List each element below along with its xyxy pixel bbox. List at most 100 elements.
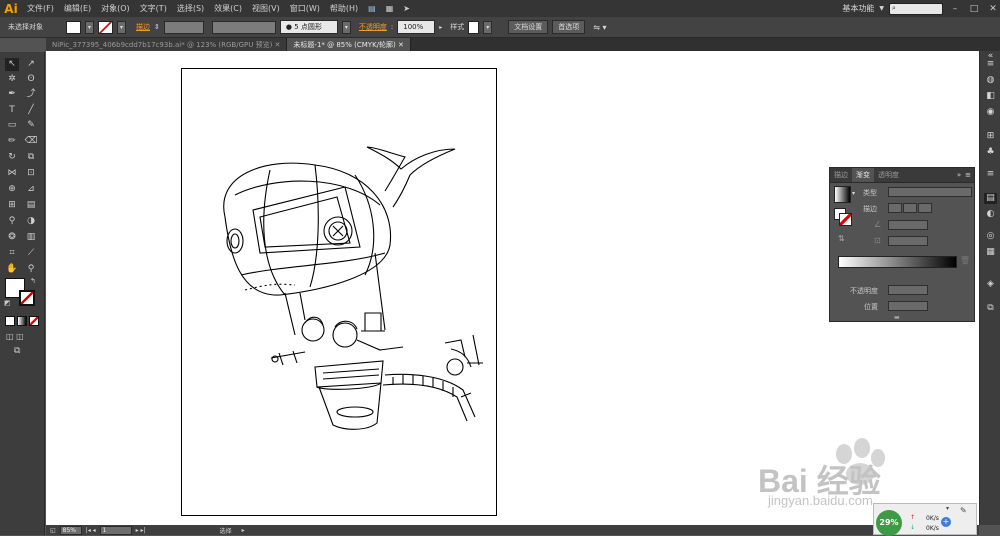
gradient-slider[interactable]: [838, 256, 957, 268]
delete-stop-icon[interactable]: 🗑: [960, 256, 970, 265]
doc-tab-nipic[interactable]: NiPic_377395_406b9cdd7b17c93b.ai* @ 123%…: [46, 38, 288, 51]
opacity-field[interactable]: 100%: [397, 20, 436, 34]
perspective-grid-tool-icon[interactable]: ⊿: [24, 183, 38, 196]
blend-tool-icon[interactable]: ◑: [24, 215, 38, 228]
arrange-options-icon[interactable]: ⇋ ▾: [593, 23, 606, 32]
aspect-ratio-field[interactable]: [888, 236, 928, 246]
column-graph-tool-icon[interactable]: ▥: [24, 231, 38, 244]
zoom-tool-icon[interactable]: ⚲: [24, 263, 38, 276]
symbol-sprayer-tool-icon[interactable]: ❂: [5, 231, 19, 244]
curvature-tool-icon[interactable]: ⤴: [24, 88, 38, 101]
position-field[interactable]: [888, 301, 928, 311]
mesh-tool-icon[interactable]: ⊞: [5, 199, 19, 212]
stroke-weight-stepper[interactable]: ⇕: [154, 23, 160, 31]
next-artboard-icon[interactable]: ▸ ▸|: [136, 527, 146, 534]
stroke-weight-field[interactable]: [163, 20, 204, 34]
angle-field[interactable]: [888, 220, 928, 230]
stroke-panel-icon[interactable]: ≡: [984, 169, 997, 180]
gradient-mode-button[interactable]: [17, 316, 27, 326]
stroke-gradient-option-3[interactable]: [918, 203, 932, 213]
gradient-panel-icon[interactable]: ▤: [984, 193, 997, 204]
preferences-button[interactable]: 首选项: [552, 20, 586, 34]
style-dropdown[interactable]: ▾: [483, 20, 493, 34]
gradient-preview-swatch[interactable]: [834, 186, 851, 203]
brush-dropdown[interactable]: ● 5 点圆形: [279, 20, 338, 34]
artboard-number-field[interactable]: 1: [99, 525, 132, 535]
swap-colors-icon[interactable]: ↰: [30, 277, 36, 285]
add-icon[interactable]: +: [941, 517, 951, 527]
doc-setup-button[interactable]: 文档设置: [508, 20, 549, 34]
panel-collapse-icon[interactable]: »: [957, 171, 965, 179]
hand-tool-icon[interactable]: ✋: [5, 263, 19, 276]
type-tool-icon[interactable]: T: [5, 104, 19, 117]
panel-menu-icon[interactable]: ≡: [984, 59, 997, 70]
minimize-icon[interactable]: –: [948, 4, 962, 14]
direct-selection-tool-icon[interactable]: ↗: [24, 58, 38, 71]
color-mode-button[interactable]: [5, 316, 15, 326]
style-swatch[interactable]: [468, 20, 480, 34]
opacity-field[interactable]: [888, 285, 928, 295]
stroke-gradient-option-1[interactable]: [888, 203, 902, 213]
magic-wand-tool-icon[interactable]: ✲: [5, 73, 19, 86]
color-guide-icon[interactable]: ◧: [984, 91, 997, 102]
first-artboard-icon[interactable]: |◂ ◂: [86, 527, 96, 534]
opacity-label[interactable]: 不透明度: [359, 22, 387, 32]
pencil-tool-icon[interactable]: ✏: [5, 135, 19, 148]
menu-effect[interactable]: 效果(C): [209, 3, 247, 14]
paintbrush-tool-icon[interactable]: ✎: [24, 119, 38, 132]
fill-dropdown[interactable]: ▾: [85, 20, 94, 34]
menu-window[interactable]: 窗口(W): [285, 3, 325, 14]
selection-tool-icon[interactable]: ↖: [5, 58, 19, 71]
eyedropper-tool-icon[interactable]: ⚲: [5, 215, 19, 228]
menu-view[interactable]: 视图(V): [247, 3, 285, 14]
gradient-type-dropdown[interactable]: [888, 187, 972, 197]
menu-type[interactable]: 文字(T): [135, 3, 172, 14]
tab-close-icon[interactable]: ✕: [275, 41, 281, 49]
variable-width-field[interactable]: [211, 20, 276, 34]
graphic-styles-icon[interactable]: ▦: [984, 247, 997, 258]
scale-tool-icon[interactable]: ⧉: [24, 151, 38, 164]
symbols-panel-icon[interactable]: ♣: [984, 147, 997, 158]
stroke-color-box[interactable]: [19, 290, 35, 306]
tab-stroke[interactable]: 描边: [830, 168, 852, 182]
arrange-icon[interactable]: ▦: [381, 4, 399, 13]
settings-icon[interactable]: ✎: [960, 506, 967, 515]
panel-resize-icon[interactable]: ▬: [894, 314, 900, 321]
search-input[interactable]: ⌕: [889, 2, 943, 15]
stroke-label[interactable]: 描边: [136, 22, 150, 32]
none-mode-button[interactable]: [29, 316, 39, 326]
brushes-panel-icon[interactable]: ⊞: [984, 131, 997, 142]
menu-help[interactable]: 帮助(H): [325, 3, 363, 14]
color-panel-icon[interactable]: ◍: [984, 75, 997, 86]
tab-transparency[interactable]: 透明度: [874, 168, 903, 182]
appearance-panel-icon[interactable]: ◎: [984, 231, 997, 242]
opacity-arrow-icon[interactable]: ▸: [439, 24, 442, 31]
reverse-gradient-icon[interactable]: ⇅: [838, 234, 845, 243]
workspace-switcher[interactable]: 基本功能: [842, 3, 874, 14]
brush-chevron[interactable]: ▾: [341, 20, 351, 34]
panel-menu-icon[interactable]: ≡: [965, 171, 974, 179]
gradient-tool-icon[interactable]: ▤: [24, 199, 38, 212]
menu-edit[interactable]: 编辑(E): [59, 3, 96, 14]
menu-select[interactable]: 选择(S): [172, 3, 209, 14]
bridge-icon[interactable]: ▤: [363, 4, 381, 13]
close-icon[interactable]: ✕: [986, 4, 1000, 14]
line-tool-icon[interactable]: ╱: [24, 104, 38, 117]
artboards-panel-icon[interactable]: ⧉: [984, 303, 997, 314]
slice-tool-icon[interactable]: ⟋: [24, 247, 38, 260]
stroke-gradient-option-2[interactable]: [903, 203, 917, 213]
width-tool-icon[interactable]: ⋈: [5, 167, 19, 180]
whale-airship-illustration[interactable]: [205, 135, 495, 435]
fill-swatch[interactable]: [66, 20, 81, 34]
draw-mode-icon[interactable]: ◫ ◫: [6, 332, 24, 341]
screen-mode-icon[interactable]: ⧉: [14, 346, 20, 356]
artboard-tool-icon[interactable]: ⌗: [5, 247, 19, 260]
tab-gradient[interactable]: 渐变: [852, 168, 874, 182]
tab-close-icon[interactable]: ✕: [398, 41, 404, 49]
status-menu-icon[interactable]: ▸: [242, 527, 245, 534]
network-speed-widget[interactable]: 29% ↑ 0K/s ↓ 0K/s + ✎ ▾: [873, 503, 977, 536]
eraser-tool-icon[interactable]: ⌫: [24, 135, 38, 148]
gradient-preview-chevron[interactable]: ▾: [852, 190, 855, 197]
free-transform-tool-icon[interactable]: ⊡: [24, 167, 38, 180]
swatches-panel-icon[interactable]: ◉: [984, 107, 997, 118]
